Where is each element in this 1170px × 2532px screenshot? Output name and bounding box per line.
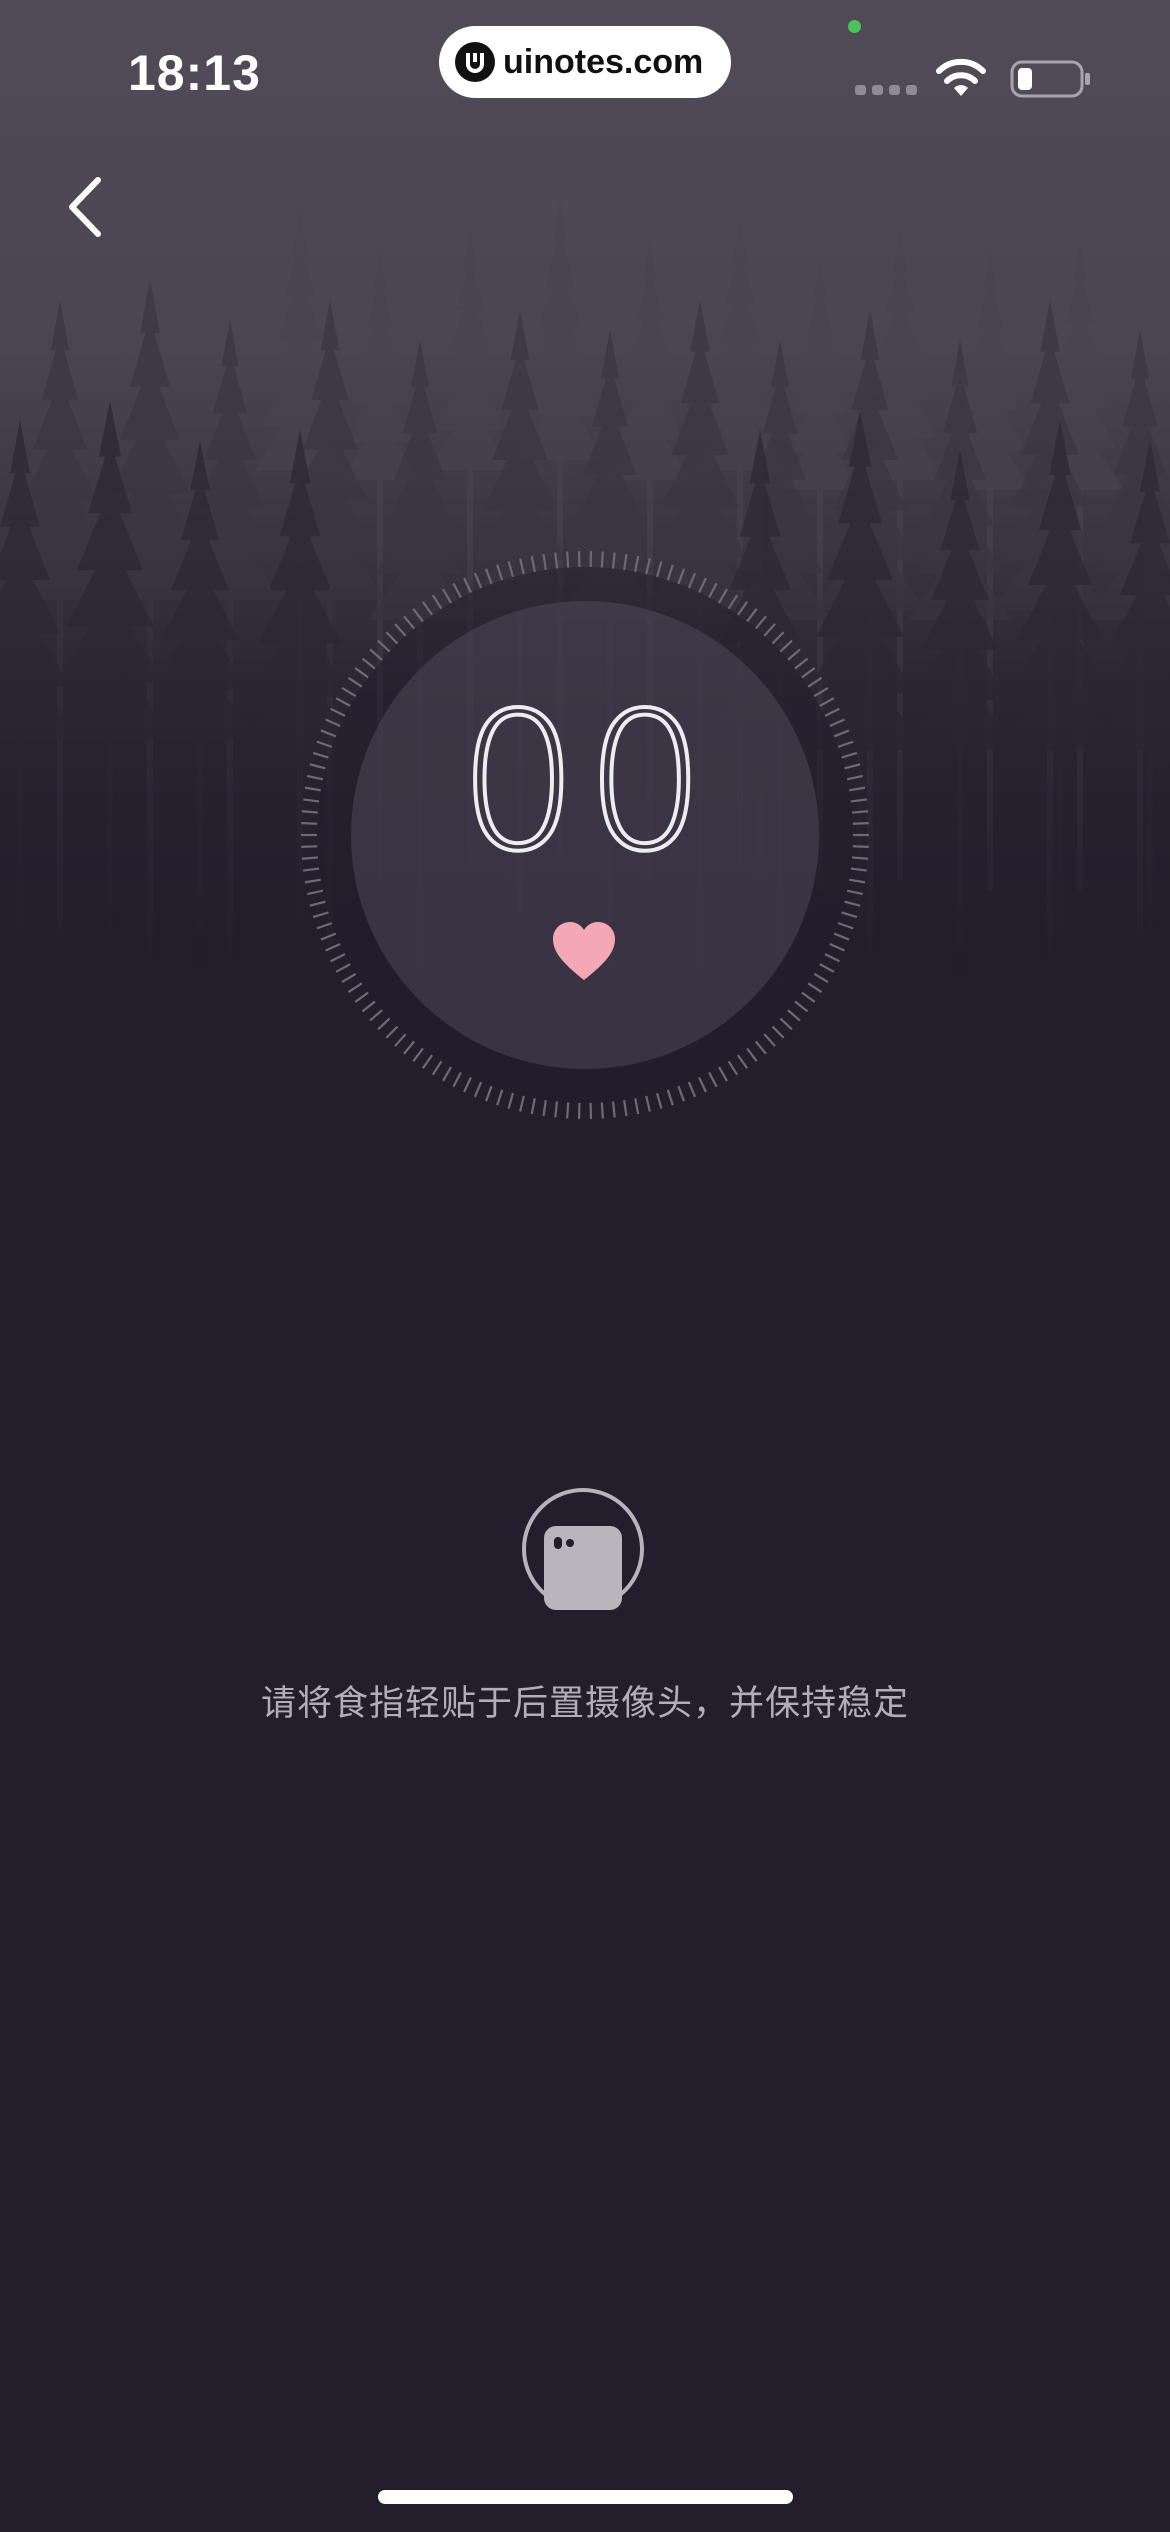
phone-camera-icon bbox=[544, 1526, 622, 1610]
watermark-badge: uinotes.com bbox=[439, 26, 731, 98]
chevron-left-icon bbox=[69, 177, 101, 237]
heart-rate-screen: 18:13 uinotes.com 00 请将食指轻贴于后置摄像头，并保持稳定 bbox=[0, 0, 1170, 2532]
home-indicator[interactable] bbox=[378, 2490, 793, 2504]
battery-icon bbox=[1010, 60, 1090, 98]
mic-indicator-dot bbox=[848, 20, 861, 33]
status-time: 18:13 bbox=[128, 45, 261, 101]
back-button[interactable] bbox=[56, 172, 116, 242]
heart-icon bbox=[553, 922, 615, 980]
instruction-text: 请将食指轻贴于后置摄像头，并保持稳定 bbox=[260, 1684, 909, 1724]
watermark-logo-icon bbox=[455, 42, 495, 82]
watermark-text: uinotes.com bbox=[503, 42, 704, 81]
heart-rate-value: 00 bbox=[456, 672, 712, 893]
cellular-signal-icon bbox=[855, 85, 917, 95]
wifi-icon bbox=[936, 58, 986, 96]
